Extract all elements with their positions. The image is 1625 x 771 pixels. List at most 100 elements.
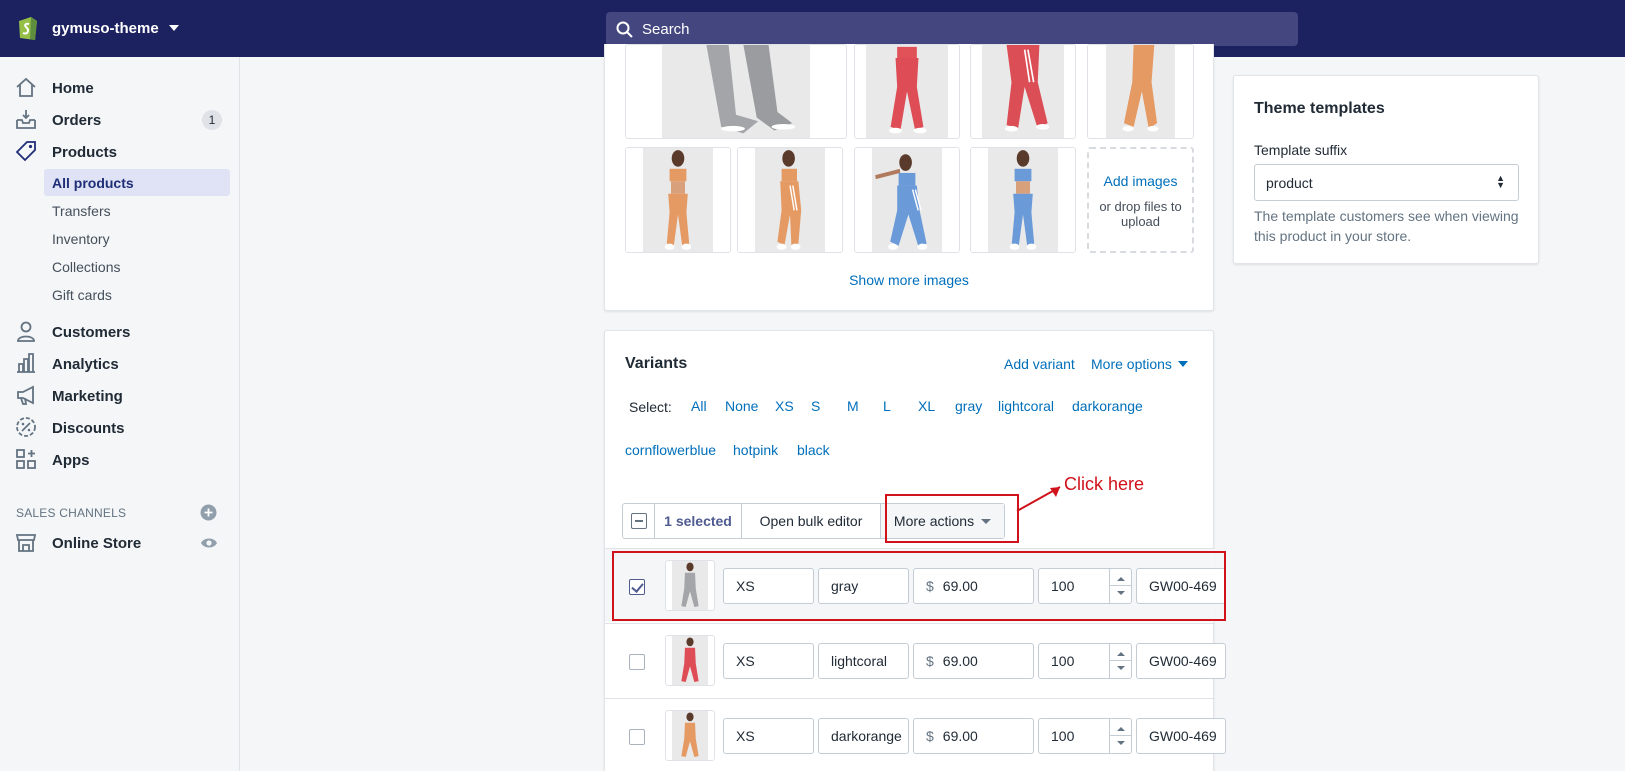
more-options-button[interactable]: More options	[1091, 356, 1188, 372]
eye-icon[interactable]	[200, 536, 218, 550]
select-lightcoral-link[interactable]: lightcoral	[998, 398, 1054, 414]
select-none-link[interactable]: None	[725, 398, 758, 414]
sidebar-item-discounts[interactable]: Discounts	[0, 415, 240, 441]
stepper-arrows-icon[interactable]	[1109, 644, 1131, 678]
model-photo-icon	[776, 150, 802, 250]
select-s-link[interactable]: S	[811, 398, 820, 414]
shopify-logo-icon	[19, 17, 37, 40]
variant-row[interactable]: XS lightcoral $69.00 100 GW00-469	[605, 623, 1226, 697]
sku-input[interactable]: GW00-469	[1136, 718, 1226, 754]
product-image[interactable]	[737, 147, 843, 253]
select-label: Select:	[629, 399, 672, 415]
model-photo-icon	[706, 45, 796, 134]
sidebar-item-analytics[interactable]: Analytics	[0, 351, 240, 377]
product-image[interactable]	[854, 147, 960, 253]
product-image[interactable]	[854, 44, 960, 139]
select-all-link[interactable]: All	[691, 398, 707, 414]
product-image[interactable]	[970, 44, 1076, 139]
sku-input[interactable]: GW00-469	[1136, 643, 1226, 679]
home-icon	[16, 77, 36, 97]
variant-checkbox[interactable]	[629, 654, 645, 670]
template-suffix-select[interactable]: product ▲ ▼	[1254, 164, 1519, 201]
sidebar-item-products[interactable]: Products	[0, 139, 240, 165]
orders-count-badge: 1	[202, 110, 222, 130]
megaphone-icon	[17, 385, 34, 405]
price-input[interactable]: $69.00	[913, 718, 1034, 754]
add-images-dropzone[interactable]: Add images or drop files to upload	[1087, 147, 1194, 253]
sidebar-subitem-all-products[interactable]: All products	[52, 175, 134, 191]
sidebar-subitem-gift-cards[interactable]: Gift cards	[52, 287, 112, 303]
color-input[interactable]: lightcoral	[818, 643, 909, 679]
model-photo-icon	[1009, 150, 1037, 250]
sidebar-item-label: Customers	[52, 323, 131, 341]
size-input[interactable]: XS	[723, 718, 814, 754]
apps-icon	[16, 449, 36, 469]
select-l-link[interactable]: L	[883, 398, 891, 414]
discount-icon	[16, 417, 36, 437]
color-input[interactable]: darkorange	[818, 718, 909, 754]
select-m-link[interactable]: M	[847, 398, 859, 414]
sidebar-item-marketing[interactable]: Marketing	[0, 383, 240, 409]
sidebar-item-label: Products	[52, 143, 118, 161]
select-xl-link[interactable]: XL	[918, 398, 935, 414]
sidebar-item-label: Marketing	[52, 387, 123, 405]
select-cornflowerblue-link[interactable]: cornflowerblue	[625, 442, 716, 458]
model-photo-icon	[888, 46, 927, 134]
product-image[interactable]	[1087, 44, 1194, 139]
stepper-arrows-icon[interactable]	[1109, 719, 1131, 753]
store-switcher[interactable]: gymuso-theme	[16, 14, 179, 42]
select-gray-link[interactable]: gray	[955, 398, 982, 414]
annotation-box-more-actions	[885, 494, 1019, 543]
more-options-label: More options	[1091, 356, 1172, 372]
sidebar-item-customers[interactable]: Customers	[0, 319, 240, 345]
template-suffix-label: Template suffix	[1254, 142, 1348, 158]
deselect-all-checkbox[interactable]	[623, 504, 655, 538]
media-card: Add images or drop files to upload Show …	[604, 44, 1214, 311]
sidebar-item-home[interactable]: Home	[0, 75, 240, 101]
template-suffix-help: The template customers see when viewing …	[1254, 208, 1519, 244]
variant-row[interactable]: XS darkorange $69.00 100 GW00-469	[605, 698, 1226, 771]
show-more-images-link[interactable]: Show more images	[605, 272, 1213, 288]
variant-image[interactable]	[665, 710, 715, 761]
add-sales-channel-icon[interactable]	[200, 504, 217, 521]
sidebar-item-label: Online Store	[52, 534, 142, 552]
select-hotpink-link[interactable]: hotpink	[733, 442, 778, 458]
orders-icon	[16, 110, 36, 129]
select-xs-link[interactable]: XS	[775, 398, 794, 414]
sidebar-item-label: Home	[52, 79, 94, 97]
product-image[interactable]	[970, 147, 1076, 253]
price-value: 69.00	[942, 728, 978, 744]
sidebar-item-label: Orders	[52, 111, 102, 129]
quantity-stepper[interactable]: 100	[1038, 643, 1132, 679]
search-icon	[616, 21, 633, 38]
chevron-down-icon	[168, 25, 179, 31]
card-title: Variants	[625, 355, 688, 372]
selected-count: 1 selected	[655, 504, 742, 538]
add-images-link[interactable]: Add images	[1089, 173, 1192, 189]
quantity-stepper[interactable]: 100	[1038, 718, 1132, 754]
select-darkorange-link[interactable]: darkorange	[1072, 398, 1143, 414]
sidebar-item-apps[interactable]: Apps	[0, 447, 240, 473]
sidebar-subitem-inventory[interactable]: Inventory	[52, 231, 110, 247]
price-input[interactable]: $69.00	[913, 643, 1034, 679]
sidebar-item-orders[interactable]: Orders 1	[0, 107, 240, 133]
size-input[interactable]: XS	[723, 643, 814, 679]
annotation-text: Click here	[1064, 474, 1145, 494]
model-photo-icon	[664, 150, 692, 250]
sidebar-subitem-transfers[interactable]: Transfers	[52, 203, 111, 219]
add-variant-button[interactable]: Add variant	[1004, 356, 1075, 372]
product-image[interactable]	[625, 44, 847, 139]
store-name: gymuso-theme	[52, 19, 159, 37]
select-black-link[interactable]: black	[797, 442, 830, 458]
search-input[interactable]: Search	[606, 12, 1298, 46]
model-photo-icon	[1122, 45, 1159, 132]
theme-templates-card: Theme templates Template suffix product …	[1233, 75, 1539, 264]
variant-image[interactable]	[665, 635, 715, 686]
open-bulk-editor-button[interactable]: Open bulk editor	[742, 504, 881, 538]
model-photo-icon	[681, 712, 699, 758]
variant-checkbox[interactable]	[629, 729, 645, 745]
sidebar-subitem-collections[interactable]: Collections	[52, 259, 120, 275]
model-photo-icon	[875, 154, 928, 250]
product-image[interactable]	[625, 147, 731, 253]
tag-icon	[15, 141, 36, 162]
